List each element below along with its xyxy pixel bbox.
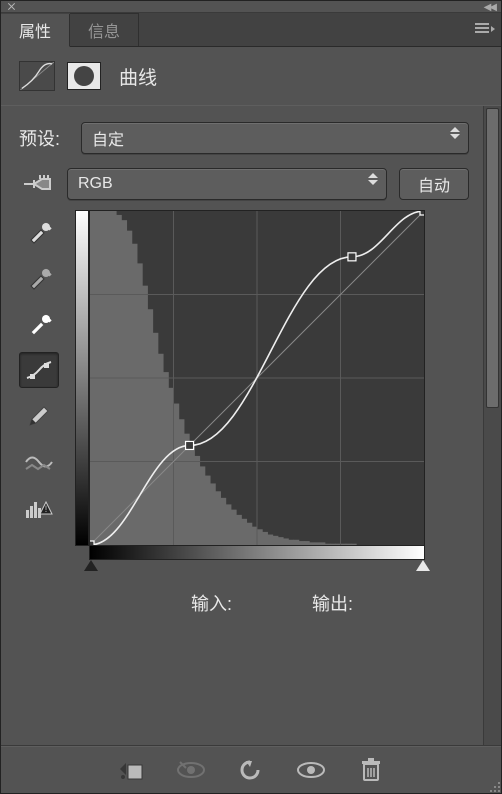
curve-control-point[interactable] [90, 541, 94, 545]
panel-header: 曲线 [1, 47, 501, 101]
curves-graph[interactable] [89, 210, 425, 546]
layer-mask-icon[interactable] [67, 62, 101, 90]
panel-footer [1, 745, 501, 793]
output-label: 输出: [312, 590, 353, 616]
eyedropper-black-icon[interactable] [19, 214, 59, 250]
resize-grip-icon[interactable] [488, 780, 500, 792]
input-label: 输入: [191, 590, 232, 616]
tab-info[interactable]: 信息 [70, 13, 139, 46]
preset-label: 预设: [19, 125, 71, 151]
panel-body: 预设: 自定 RGB 自动 [1, 106, 501, 745]
tab-row: 属性 信息 [1, 13, 501, 47]
auto-button[interactable]: 自动 [399, 168, 469, 200]
scroll-thumb[interactable] [486, 108, 499, 408]
tool-column: ! [19, 210, 61, 526]
curve-point-tool-icon[interactable] [19, 352, 59, 388]
graph-wrap: 输入: 输出: [75, 210, 469, 616]
input-output-row: 输入: 输出: [75, 590, 469, 616]
channel-value: RGB [78, 175, 113, 193]
clip-warning-icon[interactable]: ! [19, 490, 59, 526]
eyedropper-white-icon[interactable] [19, 306, 59, 342]
curve-control-point[interactable] [348, 253, 356, 261]
output-gradient [75, 210, 89, 546]
panel-content: 预设: 自定 RGB 自动 [1, 106, 483, 745]
close-icon[interactable] [7, 2, 16, 11]
smooth-tool-icon[interactable] [19, 444, 59, 480]
preset-select[interactable]: 自定 [81, 122, 469, 154]
panel-top-bar: ◀◀ [1, 1, 501, 13]
curve-control-point[interactable] [186, 441, 194, 449]
curve-area: ! [19, 210, 469, 616]
pencil-tool-icon[interactable] [19, 398, 59, 434]
vertical-scrollbar[interactable] [483, 106, 501, 745]
target-adjust-icon[interactable] [19, 169, 55, 199]
input-gradient[interactable] [89, 546, 425, 560]
channel-row: RGB 自动 [19, 168, 469, 200]
black-point-slider[interactable] [84, 560, 98, 571]
eyedropper-gray-icon[interactable] [19, 260, 59, 296]
svg-text:!: ! [45, 504, 48, 514]
visibility-icon[interactable] [294, 756, 328, 784]
tab-properties[interactable]: 属性 [1, 14, 70, 47]
white-point-slider[interactable] [416, 560, 430, 571]
panel-title: 曲线 [119, 63, 157, 90]
curve-control-point[interactable] [420, 211, 424, 215]
curves-panel: ◀◀ 属性 信息 曲线 预设: 自定 [0, 0, 502, 794]
delete-icon[interactable] [354, 756, 388, 784]
preset-row: 预设: 自定 [19, 122, 469, 154]
preset-value: 自定 [92, 126, 124, 150]
channel-select[interactable]: RGB [67, 168, 387, 200]
clip-to-layer-icon[interactable] [114, 756, 148, 784]
view-previous-state-icon[interactable] [174, 756, 208, 784]
collapse-icon[interactable]: ◀◀ [484, 2, 495, 13]
reset-icon[interactable] [234, 756, 268, 784]
panel-menu-icon[interactable] [475, 21, 493, 35]
curves-adjustment-icon[interactable] [19, 61, 55, 91]
